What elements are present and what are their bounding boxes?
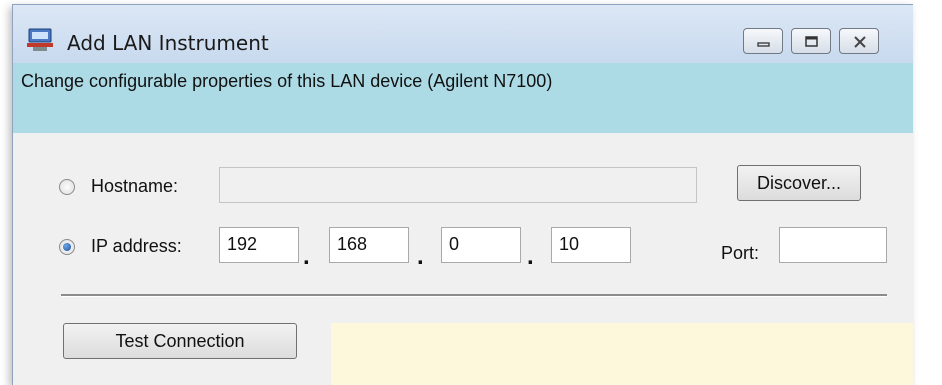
ip-octet-4-field[interactable]: 10 — [551, 227, 631, 263]
hostname-field[interactable] — [219, 167, 697, 203]
close-icon — [854, 36, 866, 48]
ip-separator-2: . — [417, 243, 424, 270]
port-label: Port: — [721, 243, 760, 263]
add-lan-instrument-dialog: Add LAN Instrument Change configurable p… — [12, 4, 913, 385]
description-banner: Change configurable properties of this L… — [13, 63, 913, 133]
minimize-icon — [757, 42, 770, 47]
hostname-radio[interactable] — [59, 179, 75, 195]
ip-address-radio[interactable] — [59, 239, 75, 255]
instrument-icon — [27, 28, 53, 51]
section-divider — [61, 294, 887, 297]
test-connection-button[interactable]: Test Connection — [63, 323, 297, 359]
discover-button[interactable]: Discover... — [737, 165, 861, 201]
title-bar[interactable]: Add LAN Instrument — [13, 5, 913, 65]
port-field[interactable] — [779, 227, 887, 263]
hostname-label: Hostname: — [91, 176, 179, 196]
window-title: Add LAN Instrument — [67, 31, 269, 55]
ip-octet-2-field[interactable]: 168 — [329, 227, 409, 263]
ip-separator-3: . — [527, 243, 534, 270]
ip-separator-1: . — [303, 243, 310, 270]
ip-octet-1-field[interactable]: 192 — [219, 227, 299, 263]
connection-status-panel — [331, 323, 913, 385]
ip-octet-3-field[interactable]: 0 — [441, 227, 521, 263]
minimize-button[interactable] — [743, 28, 783, 54]
ip-address-label: IP address: — [91, 236, 182, 256]
device-description: Change configurable properties of this L… — [21, 71, 553, 91]
maximize-icon — [805, 36, 818, 47]
close-button[interactable] — [839, 28, 879, 54]
maximize-button[interactable] — [791, 28, 831, 54]
